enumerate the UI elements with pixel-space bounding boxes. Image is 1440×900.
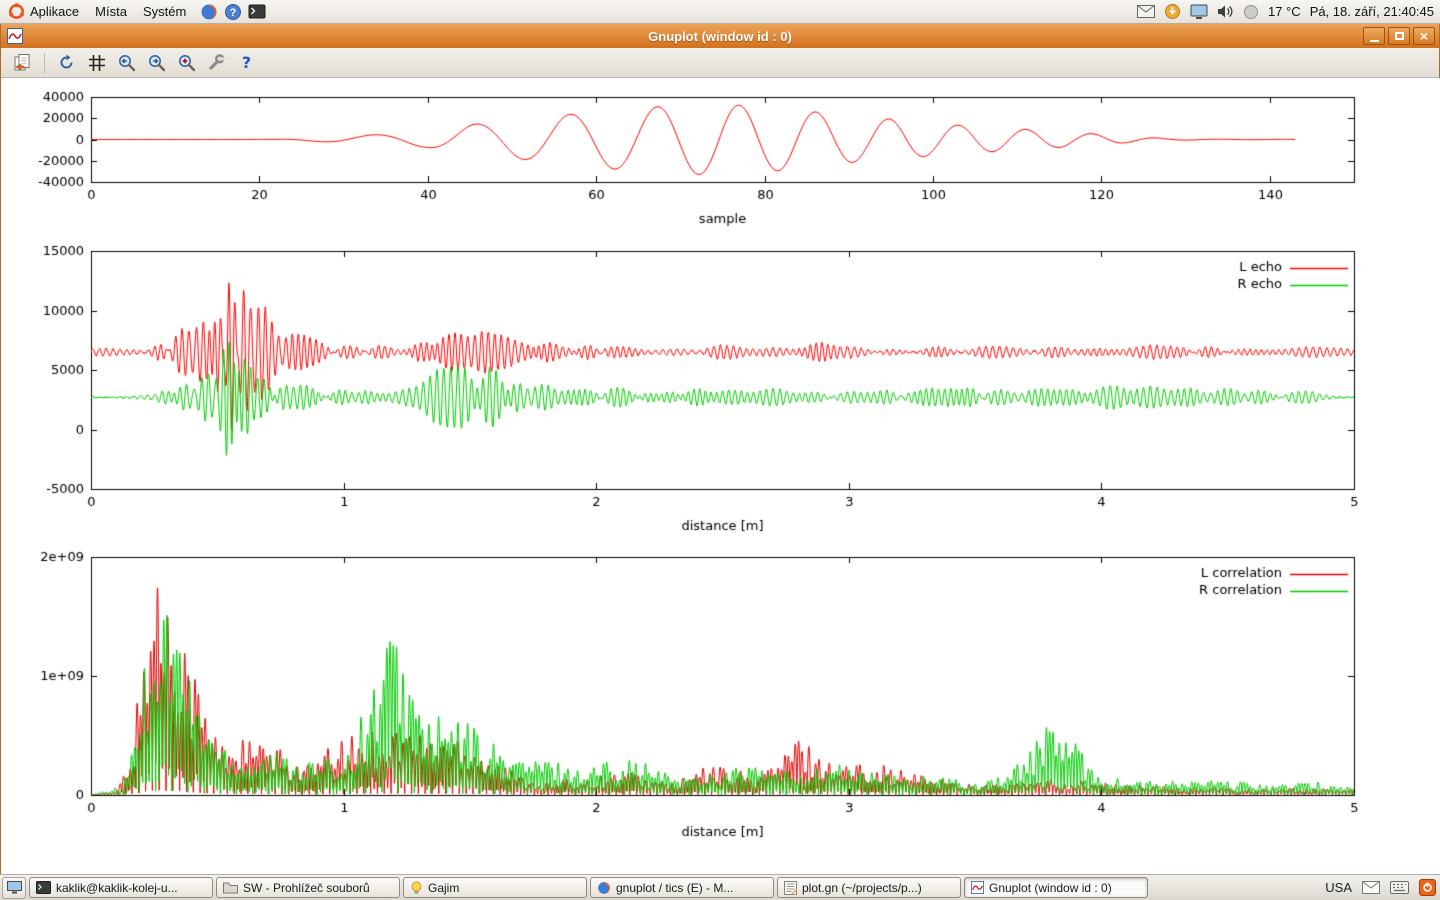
toggle-grid-button[interactable] [83,50,110,75]
display-tray-icon[interactable] [1190,4,1208,20]
taskbar-item-label: kaklik@kaklik-kolej-u... [56,881,178,895]
show-desktop-button[interactable] [2,877,26,899]
menu-places[interactable]: Místa [87,0,135,24]
export-plot-button[interactable] [9,50,36,75]
menu-system[interactable]: Systém [135,0,194,24]
desktop-icon [7,881,22,894]
replot-icon [57,53,76,72]
menu-applications[interactable]: Aplikace [0,0,87,24]
panel-launchers: ? [200,3,266,21]
taskbar-item-label: SW - Prohlížeč souborů [243,881,370,895]
session-tray-icon[interactable] [1419,879,1436,896]
taskbar-item-editor[interactable]: plot.gn (~/projects/p...) [777,877,961,898]
toolbar: ? [1,48,1439,78]
terminal-icon [36,881,51,894]
minimize-button[interactable] [1363,27,1385,45]
plot-area [1,78,1440,874]
panel-tray: 17 °C Pá, 18. září, 21:40:45 [1137,3,1440,20]
zoom-previous-icon [117,53,136,72]
toolbar-separator [44,53,45,73]
autoscale-button[interactable] [173,50,200,75]
gajim-icon [410,881,423,894]
close-button[interactable]: × [1413,27,1435,45]
text-editor-icon [784,881,797,895]
taskbar-item-firefox[interactable]: gnuplot / tics (E) - M... [590,877,774,898]
taskbar-item-label: Gajim [428,881,459,895]
zoom-next-button[interactable] [143,50,170,75]
settings-button[interactable] [203,50,230,75]
taskbar-item-label: plot.gn (~/projects/p...) [802,881,922,895]
taskbar: kaklik@kaklik-kolej-u... SW - Prohlížeč … [0,874,1440,900]
weather-icon[interactable] [1243,4,1259,20]
firefox-launcher-icon[interactable] [200,3,218,21]
svg-text:?: ? [242,53,251,72]
menu-applications-label: Aplikace [30,4,79,19]
window-icon [7,28,23,44]
plot-canvas[interactable] [1,78,1440,874]
top-panel: Aplikace Místa Systém ? [0,0,1440,24]
gnuplot-window: Gnuplot (window id : 0) × [0,24,1440,874]
replot-button[interactable] [53,50,80,75]
taskbar-tray: USA [1325,879,1440,896]
copy-icon [13,53,32,72]
mail-tray-icon[interactable] [1137,5,1155,18]
maximize-button[interactable] [1388,27,1410,45]
volume-tray-icon[interactable] [1217,4,1234,19]
menu-places-label: Místa [95,4,127,19]
autoscale-icon [177,53,196,72]
gnuplot-icon [971,881,984,894]
help-launcher-icon[interactable]: ? [224,3,242,21]
taskbar-item-terminal[interactable]: kaklik@kaklik-kolej-u... [29,877,213,898]
keyboard-tray-icon[interactable] [1390,881,1409,894]
desktop: Aplikace Místa Systém ? [0,0,1440,900]
ubuntu-logo-icon [8,3,25,20]
keyboard-layout-indicator[interactable]: USA [1325,880,1352,895]
zoom-next-icon [147,53,166,72]
firefox-icon [597,881,611,895]
grid-icon [88,54,106,72]
clock[interactable]: Pá, 18. září, 21:40:45 [1310,4,1434,19]
help-icon: ? [237,53,256,72]
help-button[interactable]: ? [233,50,260,75]
taskbar-item-label: gnuplot / tics (E) - M... [616,881,733,895]
menu-system-label: Systém [143,4,186,19]
taskbar-item-label: Gnuplot (window id : 0) [989,881,1112,895]
taskbar-item-gajim[interactable]: Gajim [403,877,587,898]
update-tray-icon[interactable] [1164,3,1181,20]
window-title: Gnuplot (window id : 0) [1,29,1439,44]
svg-text:?: ? [230,7,237,19]
titlebar[interactable]: Gnuplot (window id : 0) × [1,24,1439,48]
folder-icon [223,882,238,894]
mail-tray-icon[interactable] [1362,881,1380,894]
zoom-previous-button[interactable] [113,50,140,75]
taskbar-item-file-browser[interactable]: SW - Prohlížeč souborů [216,877,400,898]
taskbar-item-gnuplot[interactable]: Gnuplot (window id : 0) [964,877,1148,898]
wrench-icon [207,53,226,72]
temperature[interactable]: 17 °C [1268,4,1301,19]
terminal-launcher-icon[interactable] [248,3,266,21]
